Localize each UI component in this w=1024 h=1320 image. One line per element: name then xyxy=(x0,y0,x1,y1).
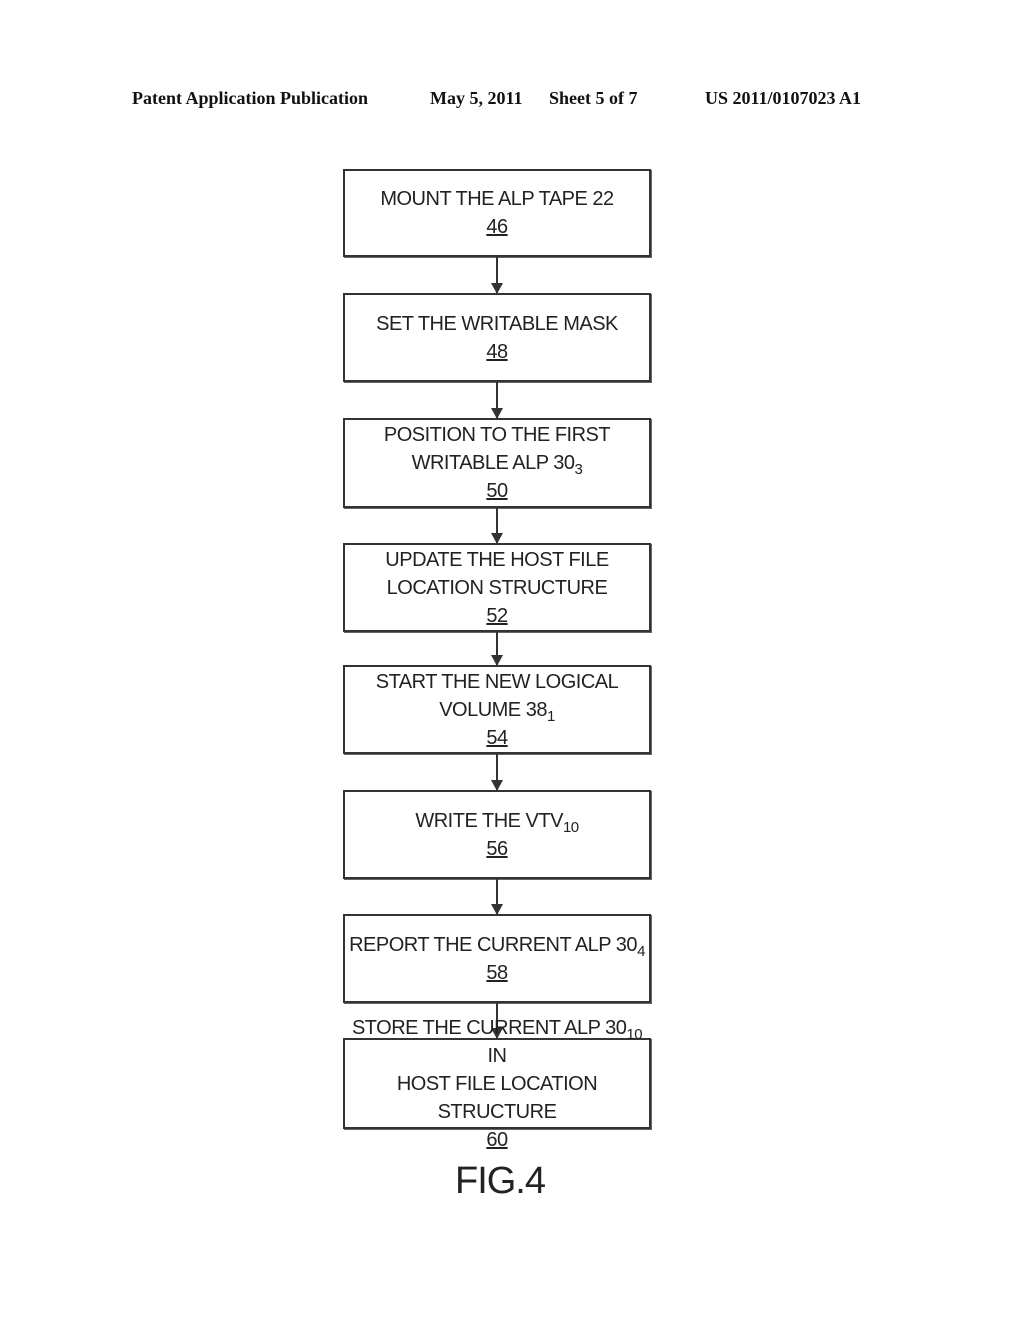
step-text-line: REPORT THE CURRENT ALP 30 xyxy=(349,933,638,956)
step-text: SET THE WRITABLE MASK xyxy=(345,310,649,338)
flow-arrow xyxy=(491,508,503,544)
step-ref-number: 46 xyxy=(486,216,508,238)
flow-step-write-vtv: WRITE THE VTV10 56 xyxy=(343,790,651,879)
step-text-line: LOCATION STRUCTURE xyxy=(386,576,608,599)
flow-step-set-mask: SET THE WRITABLE MASK 48 xyxy=(343,293,651,382)
flow-step-position: POSITION TO THE FIRST WRITABLE ALP 303 5… xyxy=(343,418,651,508)
flow-arrow xyxy=(491,632,503,666)
step-text-line: UPDATE THE HOST FILE xyxy=(385,548,609,571)
subscript: 1 xyxy=(546,707,555,725)
step-text-line: POSITION TO THE FIRST xyxy=(383,424,611,446)
flow-arrow xyxy=(491,257,503,294)
subscript: 10 xyxy=(562,818,579,836)
step-text-line: STORE THE CURRENT ALP 30 xyxy=(351,1016,627,1039)
step-text-line: WRITABLE ALP 30 xyxy=(411,452,575,474)
flow-step-mount-tape: MOUNT THE ALP TAPE 22 46 xyxy=(343,169,651,257)
step-text-line: MOUNT THE ALP TAPE 22 xyxy=(380,188,614,210)
flow-arrow xyxy=(491,754,503,791)
subscript: 4 xyxy=(637,942,645,960)
step-ref-number: 60 xyxy=(486,1128,508,1151)
step-ref-number: 56 xyxy=(486,837,508,860)
step-ref-number: 52 xyxy=(486,604,508,627)
flow-step-store-alp: STORE THE CURRENT ALP 3010 IN HOST FILE … xyxy=(343,1017,651,1151)
publication-label: Patent Application Publication xyxy=(132,88,369,108)
step-text-line: IN xyxy=(487,1044,508,1067)
patent-number: US 2011/0107023 A1 xyxy=(705,88,862,108)
figure-label: FIG.4 xyxy=(454,1160,546,1202)
flow-arrow xyxy=(491,382,503,419)
sheet-number: Sheet 5 of 7 xyxy=(549,88,638,108)
step-ref-number: 50 xyxy=(486,480,508,502)
subscript: 3 xyxy=(574,461,583,478)
step-text-line: VOLUME 38 xyxy=(439,698,547,721)
step-ref-number: 48 xyxy=(486,340,508,363)
subscript: 10 xyxy=(626,1025,643,1043)
patent-header: Patent Application Publication May 5, 20… xyxy=(0,88,1024,118)
step-text-line: WRITE THE VTV xyxy=(415,809,563,832)
step-ref-number: 54 xyxy=(486,726,508,749)
flow-step-update-host: UPDATE THE HOST FILE LOCATION STRUCTURE … xyxy=(343,543,651,632)
step-ref-number: 58 xyxy=(486,961,508,984)
flow-step-start-volume: START THE NEW LOGICAL VOLUME 381 54 xyxy=(343,665,651,754)
step-text-line: START THE NEW LOGICAL xyxy=(375,670,619,693)
step-text-line: HOST FILE LOCATION STRUCTURE xyxy=(396,1072,598,1123)
flow-arrow xyxy=(491,879,503,915)
publication-date: May 5, 2011 xyxy=(430,88,523,108)
step-text-line: SET THE WRITABLE MASK xyxy=(376,312,618,335)
step-text: MOUNT THE ALP TAPE 22 xyxy=(345,185,649,213)
flow-step-report-alp: REPORT THE CURRENT ALP 304 58 xyxy=(343,914,651,1003)
